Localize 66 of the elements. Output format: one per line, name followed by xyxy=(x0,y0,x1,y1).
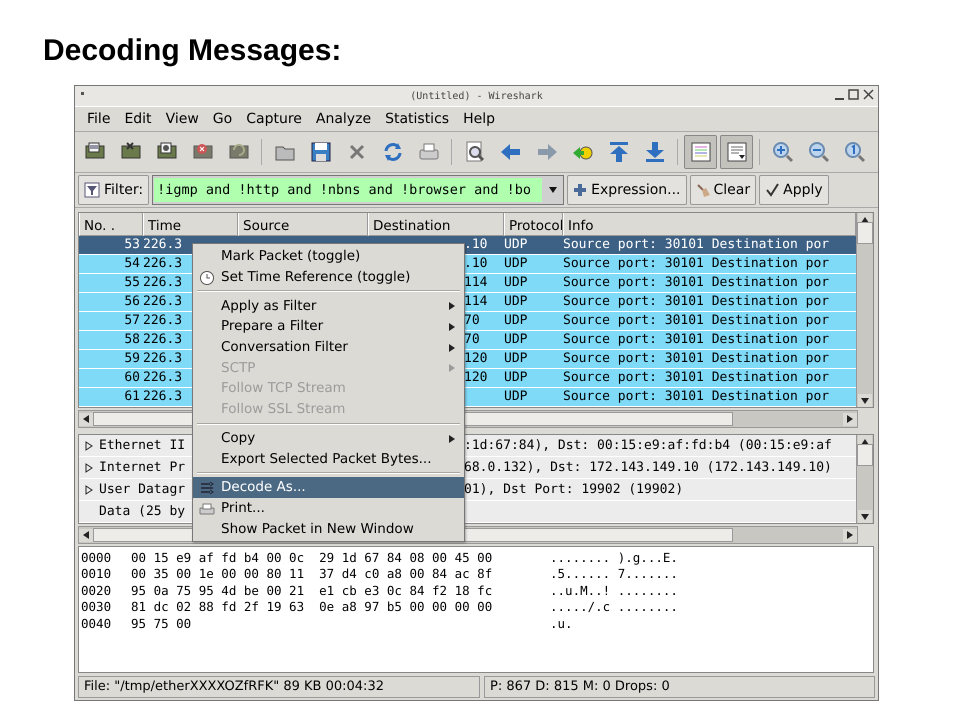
table-cell-text: Source port: 30101 Destination por xyxy=(563,293,830,311)
table-cell-text: UDP xyxy=(504,236,528,254)
table-cell-text: 61 xyxy=(123,388,141,406)
hex-offset: 0020 xyxy=(81,582,112,600)
hex-bytes: 00 15 e9 af fd b4 00 0c 29 1d 67 84 08 00 45 00 xyxy=(131,550,494,566)
table-cell-text: 120 xyxy=(464,350,488,368)
hex-bytes: 81 dc 02 88 fd 2f 19 63 0e a8 97 b5 00 00 00 00 xyxy=(131,599,494,616)
ascii-text: .5...... 7....... xyxy=(550,566,678,583)
table-cell-text: 226.3 xyxy=(143,350,184,368)
hex-bytes: 95 0a 75 95 4d be 00 21 e1 cb e3 0c 84 f2 18 fc xyxy=(131,582,494,600)
table-cell-text: 57 xyxy=(123,312,141,330)
table-cell-text: 120 xyxy=(464,369,488,387)
table-cell-text: .10 xyxy=(464,255,488,273)
hex-offset: 0000 xyxy=(81,550,112,566)
table-cell-text: Source port: 30101 Destination por xyxy=(563,369,830,387)
table-cell-text: Source port: 30101 Destination por xyxy=(563,255,830,273)
table-cell-text: 226.3 xyxy=(143,274,184,292)
table-cell-text: UDP xyxy=(504,350,528,368)
ascii-text: ...../.c ........ xyxy=(550,599,678,616)
table-cell-text: UDP xyxy=(504,274,528,292)
table-cell-text: 59 xyxy=(123,350,141,368)
window-title: (Untitled) - Wireshark xyxy=(410,90,543,102)
table-cell-text: UDP xyxy=(504,331,528,349)
hex-bytes: 95 75 00 xyxy=(131,616,192,632)
table-cell-text: 226.3 xyxy=(143,388,184,406)
table-cell-text: 53 xyxy=(123,236,141,254)
table-cell-text: 226.3 xyxy=(143,255,184,273)
tree-item-text: :1d:67:84), Dst: 00:15:e9:af:fd:b4 (00:15:e9:af xyxy=(464,437,833,455)
hex-bytes: 00 35 00 1e 00 00 80 11 37 d4 c0 a8 00 84 ac 8f xyxy=(131,566,494,583)
table-cell-text: UDP xyxy=(504,293,528,311)
table-cell-text: 226.3 xyxy=(143,331,184,349)
table-cell-text: 70 xyxy=(464,312,481,330)
table-cell-text: 226.3 xyxy=(143,236,184,254)
table-cell-text: 60 xyxy=(123,369,141,387)
table-cell-text: 114 xyxy=(464,274,488,292)
table-cell-text: 58 xyxy=(123,331,141,349)
ascii-text: .u. xyxy=(550,616,573,632)
ascii-text: ........ ).g...E. xyxy=(550,550,678,566)
hex-offset: 0030 xyxy=(81,599,112,616)
table-cell-text: Source port: 30101 Destination por xyxy=(563,350,830,368)
status-text: File: "/tmp/etherXXXXOZfRFK" 89 KB 00:04:32 xyxy=(78,676,480,698)
table-cell-text: 226.3 xyxy=(143,293,184,311)
status-text: P: 867 D: 815 M: 0 Drops: 0 xyxy=(484,676,875,698)
table-cell-text: Source port: 30101 Destination por xyxy=(563,331,830,349)
hex-offset: 0040 xyxy=(81,616,112,632)
table-cell-text: UDP xyxy=(504,255,528,273)
table-cell-text: Source port: 30101 Destination por xyxy=(563,312,830,330)
table-cell-text: Source port: 30101 Destination por xyxy=(563,236,830,254)
table-cell-text: .10 xyxy=(464,236,488,254)
table-cell-text: UDP xyxy=(504,312,528,330)
table-cell-text: UDP xyxy=(504,369,528,387)
table-cell-text: 56 xyxy=(123,293,141,311)
table-cell-text: 226.3 xyxy=(143,312,184,330)
table-cell-text: 54 xyxy=(123,255,141,273)
table-cell-text: UDP xyxy=(504,388,528,406)
hex-offset: 0010 xyxy=(81,566,112,583)
table-cell-text: 70 xyxy=(464,331,481,349)
table-cell-text: 55 xyxy=(123,274,141,292)
table-cell-text: 114 xyxy=(464,293,488,311)
table-cell-text: Source port: 30101 Destination por xyxy=(563,274,830,292)
tree-item-text: 68.0.132), Dst: 172.143.149.10 (172.143.149.10) xyxy=(464,459,833,477)
tree-item-text: 01), Dst Port: 19902 (19902) xyxy=(464,481,684,499)
table-cell-text: Source port: 30101 Destination por xyxy=(563,388,830,406)
table-cell-text: 226.3 xyxy=(143,369,184,387)
slide-title: Decoding Messages: xyxy=(43,34,342,69)
ascii-text: ..u.M..! ........ xyxy=(550,582,678,600)
